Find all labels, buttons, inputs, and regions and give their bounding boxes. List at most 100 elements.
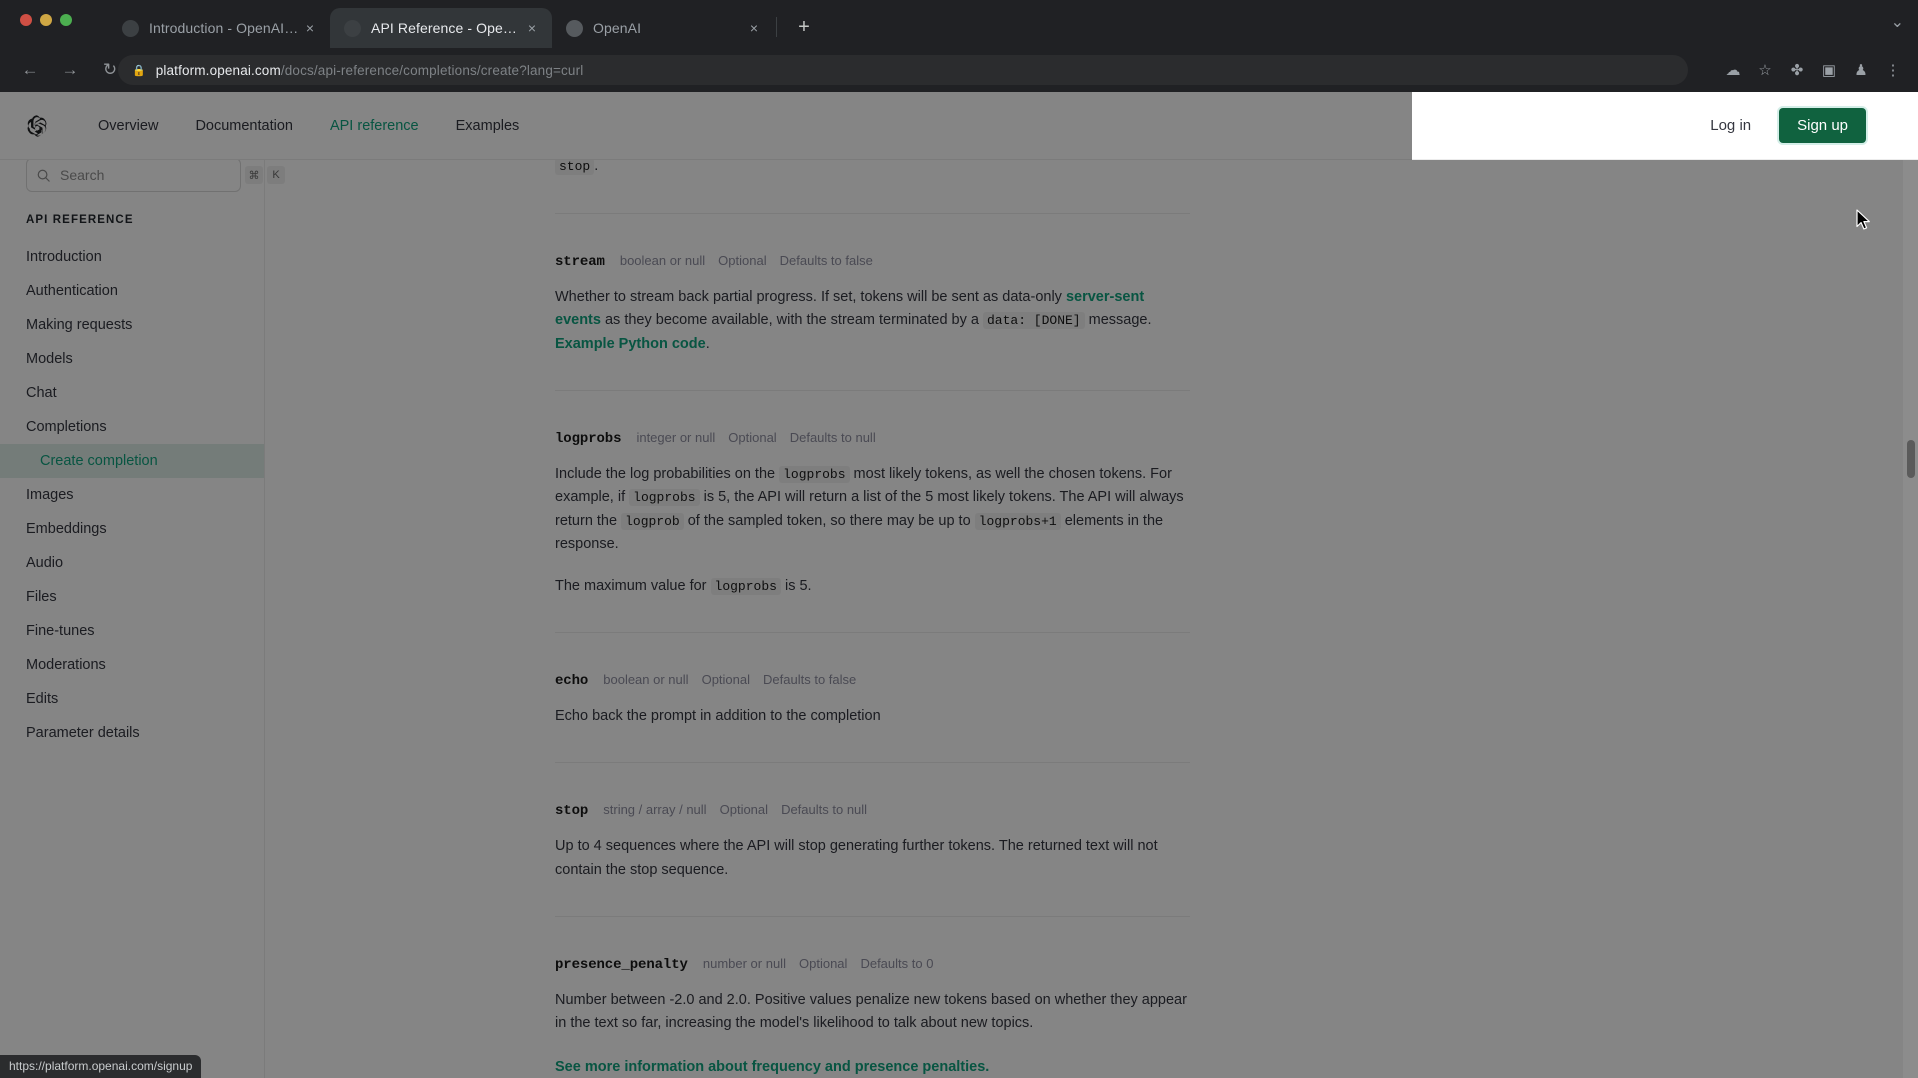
- tab-close-icon[interactable]: ×: [522, 18, 542, 38]
- text-fragment: Include the log probabilities on the: [555, 465, 780, 482]
- address-bar[interactable]: 🔒 platform.openai.com/docs/api-reference…: [118, 55, 1688, 85]
- browser-tab-2[interactable]: API Reference - OpenAI API ×: [330, 8, 552, 48]
- browser-window: Introduction - OpenAI API × API Referenc…: [0, 0, 1918, 1078]
- new-tab-button[interactable]: +: [787, 10, 821, 44]
- param-type: boolean or null: [619, 252, 706, 268]
- search-icon: [37, 169, 50, 182]
- topnav-api-reference[interactable]: API reference: [330, 118, 419, 134]
- sidebar-heading: API REFERENCE: [26, 214, 134, 226]
- inline-code: logprobs: [710, 577, 781, 595]
- tab-close-icon[interactable]: ×: [300, 18, 320, 38]
- sidebar-item-models[interactable]: Models: [0, 342, 264, 376]
- side-panel-icon[interactable]: ▣: [1814, 55, 1844, 85]
- tab-favicon-icon: [344, 19, 361, 37]
- profile-avatar-icon[interactable]: ♟: [1846, 55, 1876, 85]
- param-header: stop string / array / null Optional Defa…: [555, 799, 1190, 823]
- extensions-puzzle-icon[interactable]: ✤: [1782, 55, 1812, 85]
- page-scrollbar[interactable]: [1903, 92, 1918, 1078]
- param-description: Echo back the prompt in addition to the …: [555, 707, 881, 724]
- param-type: number or null: [702, 955, 786, 971]
- text-fragment: is 5.: [780, 577, 812, 594]
- minimize-window-button[interactable]: [40, 14, 52, 26]
- param-description: Whether to stream back partial progress.…: [555, 286, 1190, 356]
- sidebar-item-parameter-details[interactable]: Parameter details: [0, 716, 264, 750]
- param-header: logprobs integer or null Optional Defaul…: [555, 427, 1190, 451]
- close-window-button[interactable]: [20, 14, 32, 26]
- page-viewport: Overview Documentation API reference Exa…: [0, 92, 1918, 1078]
- signup-button[interactable]: Sign up: [1779, 108, 1866, 143]
- param-logprobs: logprobs integer or null Optional Defaul…: [555, 391, 1190, 598]
- sidebar-item-making-requests[interactable]: Making requests: [0, 308, 264, 342]
- text-fragment: of the sampled token, so there may be up…: [683, 512, 975, 529]
- inline-code: logprobs+1: [974, 512, 1061, 530]
- sidebar-item-moderations[interactable]: Moderations: [0, 648, 264, 682]
- param-name: echo: [555, 673, 589, 690]
- login-link[interactable]: Log in: [1710, 117, 1751, 134]
- back-button[interactable]: ←: [14, 54, 46, 86]
- topnav-examples[interactable]: Examples: [456, 118, 520, 134]
- param-type: boolean or null: [603, 672, 689, 688]
- sidebar-item-files[interactable]: Files: [0, 580, 264, 614]
- forward-button[interactable]: →: [54, 54, 86, 86]
- param-presence-penalty: presence_penalty number or null Optional…: [555, 917, 1190, 1078]
- tab-close-icon[interactable]: ×: [744, 18, 764, 38]
- param-header: echo boolean or null Optional Defaults t…: [555, 669, 1190, 693]
- sidebar-item-fine-tunes[interactable]: Fine-tunes: [0, 614, 264, 648]
- browser-toolbar: ← → ↻ 🔒 platform.openai.com/docs/api-ref…: [0, 48, 1918, 92]
- text-fragment: message.: [1084, 312, 1152, 329]
- topnav-overview[interactable]: Overview: [98, 118, 158, 134]
- sidebar-item-introduction[interactable]: Introduction: [0, 240, 264, 274]
- maximize-window-button[interactable]: [60, 14, 72, 26]
- browser-tab-1[interactable]: Introduction - OpenAI API ×: [108, 8, 330, 48]
- kbd-k-icon: K: [267, 166, 285, 184]
- tab-strip: Introduction - OpenAI API × API Referenc…: [0, 0, 1918, 48]
- topnav-documentation[interactable]: Documentation: [195, 118, 293, 134]
- param-default: Defaults to null: [781, 802, 868, 818]
- lock-icon: 🔒: [132, 64, 146, 77]
- tab-title: OpenAI: [593, 20, 642, 36]
- sidebar-item-embeddings[interactable]: Embeddings: [0, 512, 264, 546]
- browser-tab-3[interactable]: OpenAI ×: [552, 8, 774, 48]
- sidebar-item-completions[interactable]: Completions: [0, 410, 264, 444]
- param-description: Include the log probabilities on the log…: [555, 463, 1190, 557]
- sidebar-item-chat[interactable]: Chat: [0, 376, 264, 410]
- sidebar-item-images[interactable]: Images: [0, 478, 264, 512]
- sidebar-item-edits[interactable]: Edits: [0, 682, 264, 716]
- param-description-2: The maximum value for logprobs is 5.: [555, 575, 1190, 598]
- tab-favicon-icon: [566, 19, 583, 37]
- bookmark-star-icon[interactable]: ☆: [1750, 55, 1780, 85]
- window-menu-chevron-icon[interactable]: ⌄: [1891, 12, 1904, 32]
- param-header: presence_penalty number or null Optional…: [555, 953, 1190, 977]
- param-default: Defaults to null: [789, 430, 876, 446]
- tab-favicon-icon: [122, 19, 139, 37]
- param-optional: Optional: [701, 672, 750, 688]
- text-fragment: .: [594, 158, 599, 175]
- chrome-menu-icon[interactable]: ⋮: [1878, 55, 1908, 85]
- sidebar-item-audio[interactable]: Audio: [0, 546, 264, 580]
- search-box[interactable]: ⌘ K: [26, 158, 285, 192]
- address-bar-url: platform.openai.com/docs/api-reference/c…: [156, 63, 584, 78]
- search-input[interactable]: [60, 167, 241, 183]
- sidebar: ⌘ K API REFERENCE Introduction Authentic…: [0, 92, 285, 1078]
- install-app-icon[interactable]: ☁: [1718, 55, 1748, 85]
- scrollbar-thumb[interactable]: [1907, 440, 1915, 478]
- param-name: stream: [555, 253, 605, 270]
- sidebar-item-create-completion[interactable]: Create completion: [0, 444, 264, 478]
- mouse-cursor-icon: [1856, 209, 1870, 230]
- inline-code: stop: [555, 158, 595, 176]
- param-name: logprobs: [555, 431, 622, 448]
- tab-divider: [776, 17, 777, 37]
- penalties-info-link[interactable]: See more information about frequency and…: [555, 1056, 1190, 1078]
- param-optional: Optional: [799, 955, 848, 971]
- sidebar-item-authentication[interactable]: Authentication: [0, 274, 264, 308]
- param-stream: stream boolean or null Optional Defaults…: [555, 214, 1190, 356]
- param-type: integer or null: [636, 430, 716, 446]
- tab-title: Introduction - OpenAI API: [149, 20, 300, 36]
- param-name: stop: [555, 803, 589, 820]
- inline-code: logprob: [621, 512, 684, 530]
- inline-code: logprobs: [629, 489, 700, 507]
- example-python-code-link[interactable]: Example Python code: [555, 336, 706, 352]
- param-default: Defaults to false: [779, 252, 873, 268]
- openai-logo-icon[interactable]: [24, 113, 50, 139]
- param-header: stream boolean or null Optional Defaults…: [555, 250, 1190, 274]
